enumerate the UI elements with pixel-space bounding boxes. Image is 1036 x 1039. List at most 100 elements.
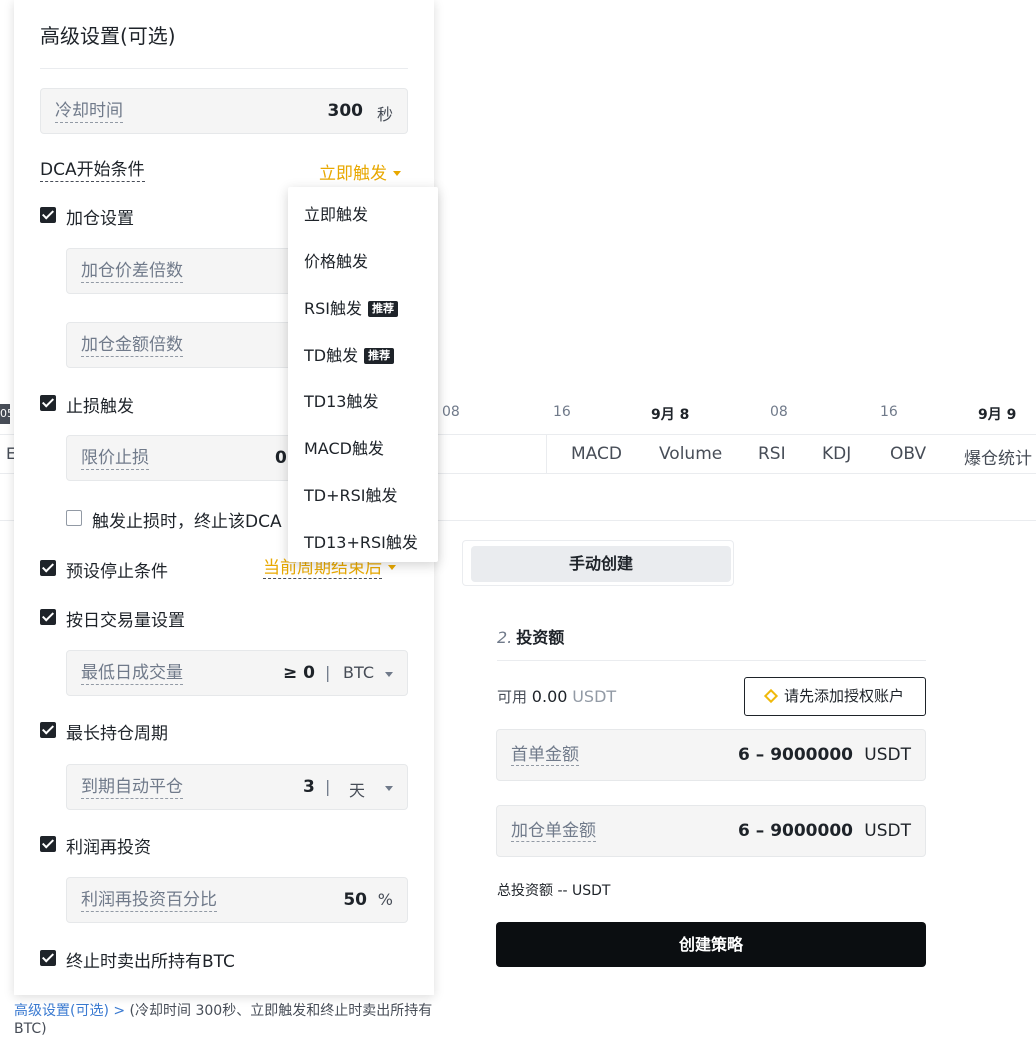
indicator-tab-volume[interactable]: Volume [659,444,722,464]
dropdown-option-td13-rsi[interactable]: TD13+RSI触发 [304,529,418,553]
daily-volume-checkbox[interactable] [40,609,56,625]
dropdown-option-rsi[interactable]: RSI触发 推荐 [304,295,398,319]
first-order-unit: USDT [864,745,911,765]
min-volume-label: 最低日成交量 [81,663,183,685]
preset-stop-checkbox[interactable] [40,560,56,576]
dropdown-option-td13[interactable]: TD13触发 [304,388,378,412]
dropdown-option-td-rsi[interactable]: TD+RSI触发 [304,482,398,506]
advanced-summary: 高级设置(可选) > (冷却时间 300秒、立即触发和终止时卖出所持有BTC) [14,1002,444,1038]
amount-mult-label: 加仓金额倍数 [81,335,183,357]
first-order-range: 6 – 9000000 [738,745,853,765]
price-diff-label: 加仓价差倍数 [81,261,183,283]
step-number: 2. [497,628,513,647]
min-volume-unit[interactable]: BTC [343,663,374,682]
axis-tick: 08 [442,404,460,420]
min-volume-field[interactable]: 最低日成交量 ≥ 0 | BTC [66,650,408,696]
limit-stop-label: 限价止损 [81,448,149,470]
caret-down-icon [393,171,401,176]
recommended-badge: 推荐 [368,301,398,317]
auto-close-value: 3 [303,777,315,797]
preset-stop-label: 预设停止条件 [66,562,168,582]
dca-start-select[interactable]: 立即触发 [319,159,401,184]
terminate-dca-label: 触发止损时，终止该DCA [92,512,282,532]
option-label: RSI触发 [304,299,362,318]
dca-start-value: 立即触发 [319,164,387,184]
dropdown-option-td[interactable]: TD触发 推荐 [304,342,395,366]
auto-close-label: 到期自动平仓 [81,777,183,799]
panel-title: 高级设置(可选) [40,24,176,48]
create-strategy-button[interactable]: 创建策略 [496,922,926,967]
indicator-tab-rsi[interactable]: RSI [758,444,786,464]
cooldown-field[interactable]: 冷却时间 300 秒 [40,88,408,134]
dca-start-label: DCA开始条件 [40,160,145,182]
indicator-tab-kdj[interactable]: KDJ [822,444,851,464]
reinvest-pct-field[interactable]: 利润再投资百分比 50 % [66,877,408,923]
sell-on-stop-checkbox[interactable] [40,950,56,966]
indicator-tab-obv[interactable]: OBV [890,444,926,464]
add-order-unit: USDT [864,821,911,841]
reinvest-checkbox[interactable] [40,836,56,852]
daily-volume-label: 按日交易量设置 [66,611,185,631]
auth-button-label: 请先添加授权账户 [783,687,904,705]
option-label: TD+RSI触发 [304,486,398,505]
axis-tick: 08 [770,404,788,420]
cooldown-label: 冷却时间 [55,101,123,123]
stop-loss-checkbox[interactable] [40,395,56,411]
caret-down-icon [385,786,393,791]
dca-start-dropdown: 立即触发 价格触发 RSI触发 推荐 TD触发 推荐 TD13触发 MACD触发 T… [288,187,438,562]
available-balance: 可用 0.00 USDT [497,686,616,707]
option-label: 立即触发 [304,205,369,224]
reinvest-label: 利润再投资 [66,838,151,858]
panel-divider [40,68,408,69]
indicator-tab-liquidation[interactable]: 爆仓统计 [964,444,1032,469]
available-unit: USDT [572,687,617,706]
manual-create-tab[interactable]: 手动创建 [471,546,731,582]
auto-close-field[interactable]: 到期自动平仓 3 | 天 [66,764,408,810]
option-label: TD13触发 [304,392,379,411]
add-auth-account-button[interactable]: 请先添加授权账户 [744,677,926,716]
caret-down-icon [385,672,393,677]
dropdown-option-macd[interactable]: MACD触发 [304,435,384,459]
add-position-label: 加仓设置 [66,209,134,229]
max-hold-checkbox[interactable] [40,722,56,738]
option-label: 价格触发 [304,252,369,271]
first-order-label: 首单金额 [511,745,579,766]
add-order-amount-field[interactable]: 加仓单金额 6 – 9000000 USDT [496,805,926,857]
reinvest-pct-label: 利润再投资百分比 [81,890,217,912]
max-hold-label: 最长持仓周期 [66,724,168,744]
axis-tick: 16 [880,404,898,420]
indicator-tab-macd[interactable]: MACD [571,444,622,464]
total-investment: 总投资额 -- USDT [497,883,611,899]
add-order-label: 加仓单金额 [511,821,596,842]
stop-loss-label: 止损触发 [66,397,134,417]
advanced-settings-link[interactable]: 高级设置(可选) > [14,1003,125,1019]
cooldown-unit: 秒 [376,105,393,124]
field-separator: | [325,663,331,682]
first-order-amount-field[interactable]: 首单金额 6 – 9000000 USDT [496,729,926,781]
option-label: TD13+RSI触发 [304,533,418,552]
creation-mode-switch: 手动创建 [462,540,734,586]
reinvest-pct-unit: % [377,890,393,909]
field-separator: | [325,777,331,796]
dropdown-option-price[interactable]: 价格触发 [304,248,368,272]
terminate-dca-checkbox[interactable] [66,510,82,526]
caret-down-icon [388,565,396,570]
investment-title: 投资额 [516,628,565,647]
diamond-icon [763,688,779,704]
investment-heading: 2. 投资额 [497,624,564,648]
add-order-range: 6 – 9000000 [738,821,853,841]
recommended-badge: 推荐 [364,348,395,364]
add-position-checkbox[interactable] [40,207,56,223]
investment-divider [497,660,926,661]
available-value: 0.00 [531,687,568,706]
reinvest-pct-value: 50 [343,890,367,910]
min-volume-value: ≥ 0 [283,663,315,683]
available-label: 可用 [497,688,528,706]
cooldown-value: 300 [327,101,364,121]
option-label: TD触发 [304,346,359,365]
dropdown-option-immediate[interactable]: 立即触发 [304,201,368,225]
sell-on-stop-label: 终止时卖出所持有BTC [66,952,235,972]
option-label: MACD触发 [304,439,384,458]
indicator-separator [546,435,547,473]
auto-close-unit[interactable]: 天 [349,777,365,801]
